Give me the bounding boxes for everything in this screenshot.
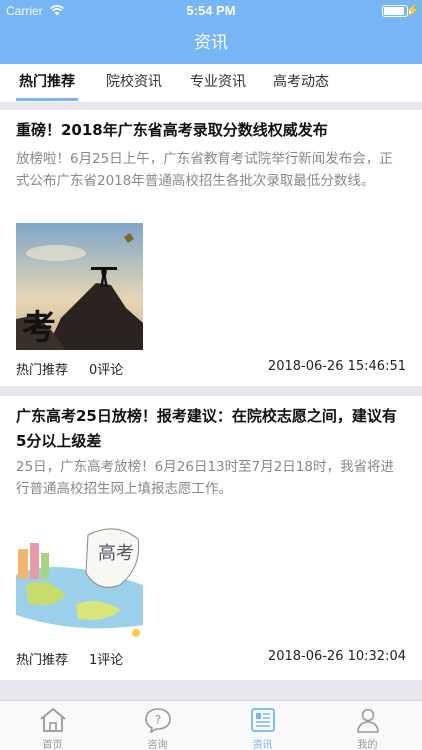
tabbar-label: 我的 bbox=[357, 740, 378, 750]
article-meta: 热门推荐 1评论 2018-06-26 10:32:04 bbox=[16, 649, 406, 669]
clock-label: 5:54 PM bbox=[186, 3, 236, 18]
article-category: 热门推荐 bbox=[16, 363, 69, 378]
divider bbox=[0, 102, 422, 110]
article-summary: 25日，广东高考放榜！6月26日13时至7月2日18时，我省将进行普通高校招生网… bbox=[16, 459, 394, 497]
newspaper-icon bbox=[251, 708, 275, 732]
article-category: 热门推荐 bbox=[16, 653, 69, 668]
article-card[interactable]: 重磅！2018年广东省高考录取分数线权威发布 放榜啦！6月25日上午，广东省教育… bbox=[0, 110, 422, 386]
tab-hot[interactable]: 热门推荐 bbox=[12, 64, 82, 102]
mountain-climber-image: 考 bbox=[16, 223, 143, 350]
question-bubble-icon: ? bbox=[145, 708, 171, 734]
status-bar: Carrier 5:54 PM ⚡ bbox=[0, 0, 422, 22]
battery-level bbox=[384, 7, 405, 15]
charging-bolt-icon: ⚡ bbox=[405, 3, 420, 17]
article-thumbnail[interactable]: 高考 bbox=[16, 515, 143, 642]
tabbar-label: 咨询 bbox=[147, 740, 168, 750]
article-title[interactable]: 重磅！2018年广东省高考录取分数线权威发布 bbox=[16, 118, 406, 143]
thumb-char: 考 bbox=[22, 308, 56, 348]
article-summary: 放榜啦！6月25日上午，广东省教育考试院举行新闻发布会，正式公布广东省2018年… bbox=[16, 151, 393, 189]
tabbar-home[interactable]: 首页 bbox=[0, 701, 105, 750]
article-timestamp: 2018-06-26 10:32:04 bbox=[267, 649, 406, 664]
exam-poster-image: 高考 bbox=[16, 515, 143, 642]
tabbar-news[interactable]: 资讯 bbox=[210, 701, 315, 750]
tab-college-news[interactable]: 院校资讯 bbox=[98, 64, 170, 102]
thumb-text: 高考 bbox=[98, 543, 134, 564]
bottom-tab-bar: 首页 ? 咨询 资讯 我的 bbox=[0, 700, 422, 750]
tab-exam-news[interactable]: 高考动态 bbox=[265, 64, 337, 102]
article-meta: 热门推荐 0评论 2018-06-26 15:46:51 bbox=[16, 359, 406, 379]
page-title: 资讯 bbox=[194, 33, 228, 53]
tabbar-label: 首页 bbox=[42, 740, 63, 750]
active-tab-indicator bbox=[16, 98, 78, 101]
article-card[interactable]: 广东高考25日放榜！报考建议：在院校志愿之间，建议有5分以上级差 25日，广东高… bbox=[0, 396, 422, 680]
tabbar-label: 资讯 bbox=[252, 740, 273, 750]
article-comment-count: 0评论 bbox=[89, 363, 124, 378]
article-title[interactable]: 广东高考25日放榜！报考建议：在院校志愿之间，建议有5分以上级差 bbox=[16, 404, 406, 454]
category-tabs: 热门推荐 院校资讯 专业资讯 高考动态 bbox=[0, 64, 422, 102]
article-thumbnail[interactable]: 考 bbox=[16, 223, 143, 350]
svg-text:?: ? bbox=[155, 713, 161, 727]
article-comment-count: 1评论 bbox=[89, 653, 124, 668]
home-icon bbox=[40, 707, 66, 732]
person-icon bbox=[357, 708, 379, 733]
card-divider bbox=[0, 386, 422, 396]
tab-major-news[interactable]: 专业资讯 bbox=[182, 64, 254, 102]
card-divider bbox=[0, 680, 422, 700]
tabbar-consult[interactable]: ? 咨询 bbox=[105, 701, 210, 750]
nav-header: Carrier 5:54 PM ⚡ 资讯 bbox=[0, 0, 422, 64]
article-timestamp: 2018-06-26 15:46:51 bbox=[267, 359, 406, 374]
tabbar-profile[interactable]: 我的 bbox=[315, 701, 420, 750]
